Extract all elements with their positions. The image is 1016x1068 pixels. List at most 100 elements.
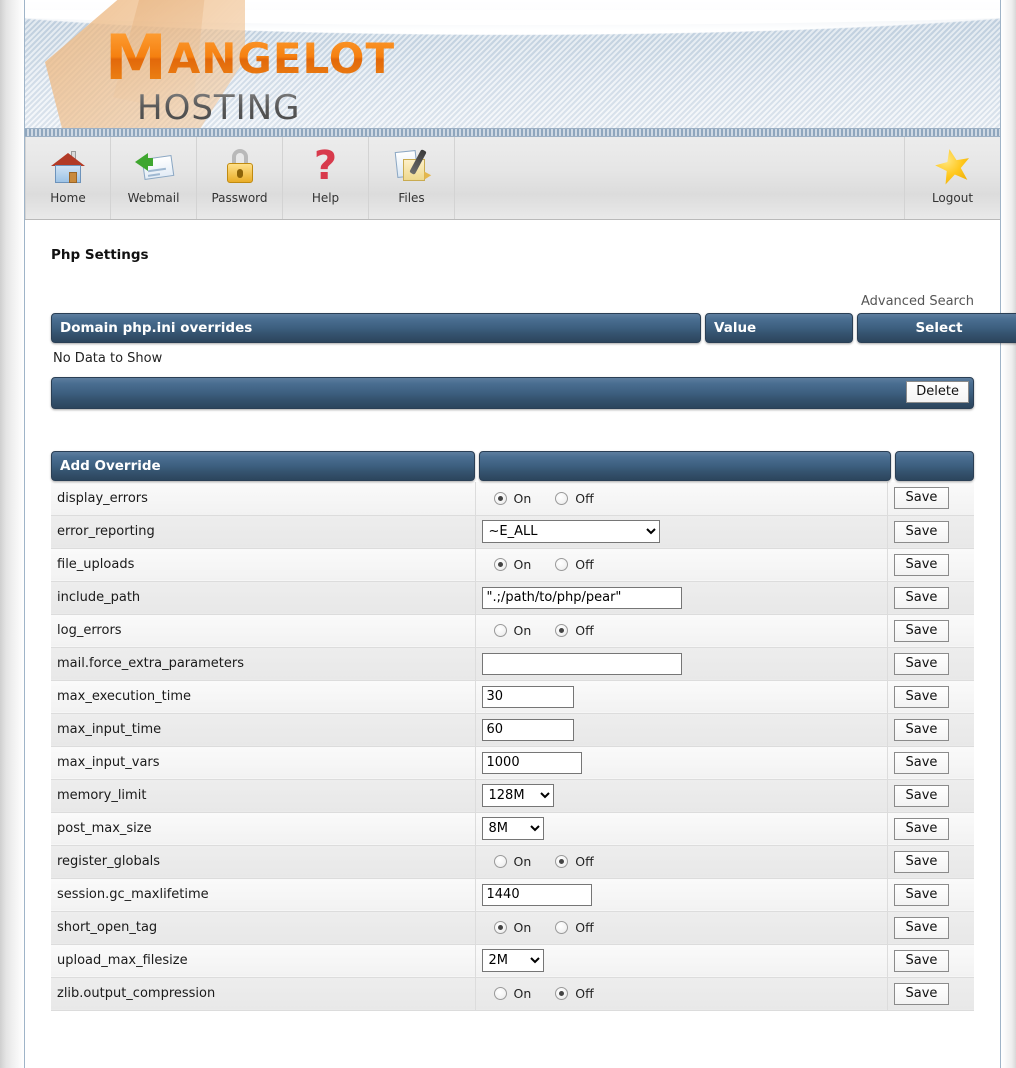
- radio-button-off[interactable]: [555, 624, 569, 637]
- save-button-include_path[interactable]: Save: [893, 586, 950, 609]
- radio-option-off[interactable]: Off: [555, 986, 594, 1001]
- save-button-post_max_size[interactable]: Save: [893, 817, 950, 840]
- radio-button-on[interactable]: [493, 491, 507, 505]
- save-button-display_errors[interactable]: Save: [893, 487, 950, 510]
- overrides-header-value: Value: [705, 313, 853, 343]
- setting-action-cell: Save: [887, 515, 974, 549]
- banner-bottom-strip: [25, 128, 1000, 137]
- save-button-register_globals[interactable]: Save: [893, 850, 950, 873]
- save-button-session.gc_maxlifetime[interactable]: Save: [893, 883, 950, 906]
- page-right-shadow: [1002, 0, 1016, 1068]
- radio-option-off[interactable]: Off: [555, 557, 594, 572]
- radio-button-off[interactable]: [555, 921, 569, 934]
- radio-group-zlib.output_compression: On Off: [482, 986, 886, 1001]
- radio-label-off: Off: [575, 623, 594, 638]
- radio-option-on[interactable]: On: [493, 854, 531, 869]
- select-error_reporting[interactable]: ~E_ALL: [481, 520, 660, 543]
- radio-label-on: On: [513, 986, 532, 1001]
- select-upload_max_filesize[interactable]: 2M: [481, 949, 544, 972]
- delete-button[interactable]: Delete: [906, 381, 969, 403]
- radio-button-off[interactable]: [555, 987, 569, 1000]
- toolbar-item-logout[interactable]: Logout: [904, 137, 1000, 219]
- logo-line-1: MANGELOT: [105, 27, 395, 89]
- overrides-header-select: Select: [857, 313, 1016, 343]
- save-button-upload_max_filesize[interactable]: Save: [893, 949, 950, 972]
- input-mail.force_extra_parameters[interactable]: [481, 652, 682, 675]
- save-button-max_execution_time[interactable]: Save: [893, 685, 950, 708]
- radio-option-on[interactable]: On: [493, 920, 532, 935]
- site-logo[interactable]: MANGELOT HOSTING: [105, 27, 395, 125]
- toolbar-label-files: Files: [398, 191, 425, 205]
- advanced-search-link[interactable]: Advanced Search: [861, 294, 974, 309]
- radio-option-on[interactable]: On: [493, 557, 531, 572]
- radio-button-on[interactable]: [493, 921, 507, 934]
- setting-action-cell: Save: [887, 944, 974, 978]
- page-title: Php Settings: [51, 247, 149, 263]
- save-button-max_input_vars[interactable]: Save: [893, 751, 950, 774]
- input-max_input_time[interactable]: [481, 718, 574, 741]
- toolbar-label-logout: Logout: [931, 191, 974, 205]
- toolbar-item-password[interactable]: Password: [197, 137, 283, 219]
- save-button-memory_limit[interactable]: Save: [893, 784, 950, 807]
- setting-value-cell: On Off: [475, 911, 888, 945]
- radio-option-off[interactable]: Off: [555, 854, 594, 869]
- radio-group-register_globals: On Off: [482, 854, 886, 869]
- add-override-section: Add Override display_errors On Off Save erro…: [51, 451, 974, 1011]
- setting-action-cell: Save: [887, 548, 974, 582]
- star-icon: [932, 145, 974, 187]
- input-max_input_vars[interactable]: [481, 751, 582, 774]
- input-session.gc_maxlifetime[interactable]: [481, 883, 592, 906]
- setting-key: short_open_tag: [51, 911, 476, 945]
- radio-button-on[interactable]: [493, 987, 507, 1000]
- advanced-search-row: Advanced Search: [51, 263, 974, 313]
- radio-button-on[interactable]: [493, 558, 507, 571]
- setting-key: zlib.output_compression: [51, 977, 476, 1011]
- radio-option-off[interactable]: Off: [555, 920, 594, 935]
- toolbar-label-webmail: Webmail: [127, 191, 180, 205]
- select-memory_limit[interactable]: 128M: [481, 784, 554, 807]
- logo-initial: M: [105, 21, 168, 94]
- radio-option-off[interactable]: Off: [555, 623, 594, 638]
- settings-row: file_uploads On Off Save: [51, 548, 974, 582]
- main-content: Php Settings Advanced Search Domain php.…: [25, 220, 1016, 1011]
- logo-word: ANGELOT: [167, 34, 396, 83]
- radio-group-log_errors: On Off: [482, 623, 886, 638]
- save-button-error_reporting[interactable]: Save: [893, 520, 950, 543]
- toolbar-item-home[interactable]: Home: [25, 137, 111, 219]
- save-button-short_open_tag[interactable]: Save: [893, 916, 950, 939]
- save-button-zlib.output_compression[interactable]: Save: [893, 982, 950, 1005]
- setting-value-cell: [475, 746, 888, 780]
- setting-key: max_input_time: [51, 713, 476, 747]
- input-max_execution_time[interactable]: [481, 685, 574, 708]
- radio-label-on: On: [513, 920, 532, 935]
- setting-action-cell: Save: [887, 581, 974, 615]
- radio-button-off[interactable]: [555, 558, 569, 571]
- save-button-max_input_time[interactable]: Save: [893, 718, 950, 741]
- radio-button-off[interactable]: [555, 855, 569, 868]
- radio-button-on[interactable]: [493, 855, 507, 868]
- files-icon: [391, 145, 433, 187]
- setting-action-cell: Save: [887, 713, 974, 747]
- radio-button-off[interactable]: [555, 491, 569, 505]
- setting-value-cell: On Off: [475, 845, 888, 879]
- mail-icon: [133, 145, 175, 187]
- save-button-log_errors[interactable]: Save: [893, 619, 950, 642]
- setting-action-cell: Save: [887, 977, 974, 1011]
- setting-value-cell: [475, 647, 888, 681]
- settings-row: display_errors On Off Save: [51, 482, 974, 516]
- toolbar-item-help[interactable]: ? Help: [283, 137, 369, 219]
- setting-action-cell: Save: [887, 911, 974, 945]
- save-button-file_uploads[interactable]: Save: [893, 553, 950, 576]
- radio-option-on[interactable]: On: [493, 986, 532, 1001]
- toolbar-item-files[interactable]: Files: [369, 137, 455, 219]
- setting-action-cell: Save: [887, 845, 974, 879]
- select-post_max_size[interactable]: 8M: [481, 817, 544, 840]
- toolbar-item-webmail[interactable]: Webmail: [111, 137, 197, 219]
- overrides-empty-message: No Data to Show: [53, 351, 163, 366]
- radio-button-on[interactable]: [493, 624, 507, 637]
- save-button-mail.force_extra_parameters[interactable]: Save: [893, 652, 950, 675]
- input-include_path[interactable]: [481, 586, 682, 609]
- radio-option-on[interactable]: On: [493, 623, 531, 638]
- radio-option-off[interactable]: Off: [555, 491, 594, 506]
- radio-option-on[interactable]: On: [493, 491, 531, 506]
